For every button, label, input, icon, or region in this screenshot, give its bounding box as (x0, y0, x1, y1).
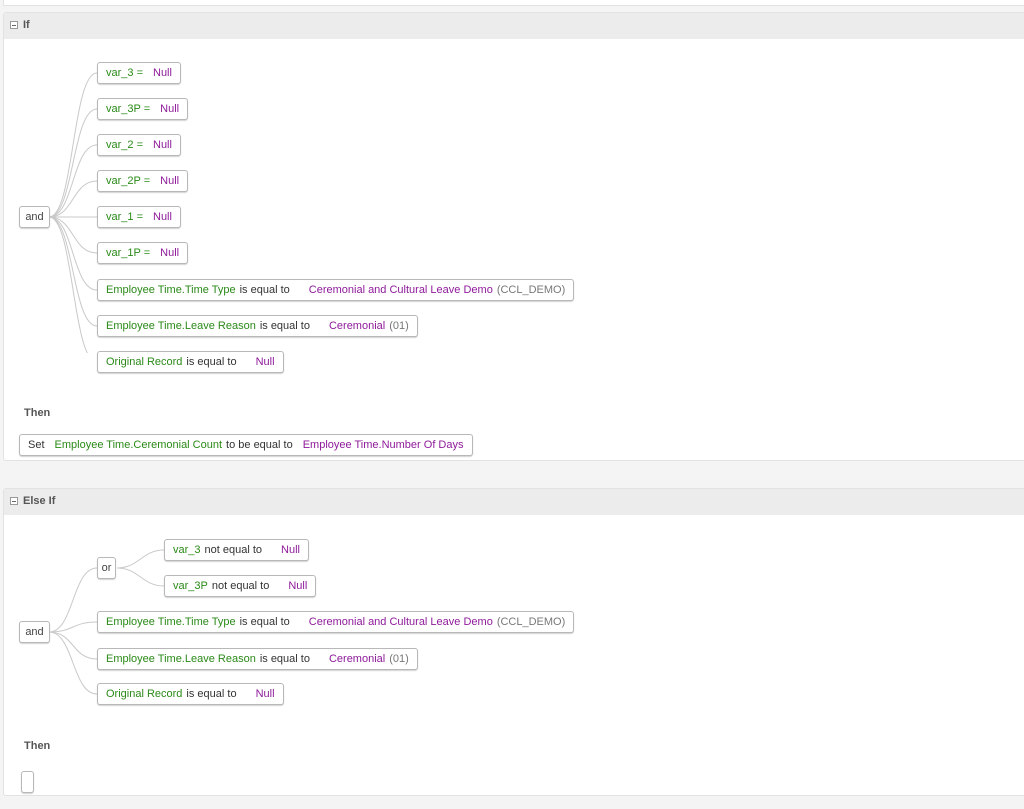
condition-value: Null (153, 211, 172, 223)
condition-value: Ceremonial and Cultural Leave Demo (308, 616, 493, 628)
action-verb: Set (28, 439, 45, 451)
condition-field: var_2 = (106, 139, 143, 151)
condition-code: (01) (389, 653, 409, 665)
condition-value: Null (153, 67, 172, 79)
condition-leave-reason[interactable]: Employee Time.Leave Reason is equal to Cer… (97, 315, 418, 337)
condition-field: var_3 = (106, 67, 143, 79)
else-if-panel: Else If and or var_3 not equal to Null var… (3, 488, 1024, 796)
condition-field: Employee Time.Leave Reason (106, 653, 256, 665)
condition-var2p[interactable]: var_2P = Null (97, 170, 189, 192)
condition-value: Null (160, 247, 180, 259)
condition-value: Null (288, 580, 308, 592)
condition-var3p-not-equal[interactable]: var_3P not equal to Null (164, 575, 317, 597)
or-operator[interactable]: or (97, 557, 116, 579)
condition-value: Ceremonial and Cultural Leave Demo (308, 284, 493, 296)
condition-var3p[interactable]: var_3P = Null (97, 98, 189, 120)
condition-var2[interactable]: var_2 = Null (97, 134, 181, 156)
condition-field: Employee Time.Time Type (106, 616, 236, 628)
condition-field: Original Record (106, 688, 183, 700)
condition-field: Original Record (106, 356, 183, 368)
if-panel: If and var_3 = Null var_3P = Null var_2 = N… (3, 12, 1024, 461)
condition-var3-not-equal[interactable]: var_3 not equal to Null (164, 539, 309, 561)
action-operator: to be equal to (226, 439, 293, 451)
condition-value: Null (153, 139, 172, 151)
condition-value: Null (255, 356, 275, 368)
condition-value: Null (160, 175, 180, 187)
condition-connectors (48, 549, 165, 695)
and-operator[interactable]: and (19, 621, 50, 643)
condition-code: (CCL_DEMO) (496, 284, 566, 296)
collapse-icon[interactable] (10, 497, 18, 505)
condition-operator: is equal to (239, 284, 290, 296)
condition-code: (CCL_DEMO) (496, 616, 566, 628)
if-panel-header: If (4, 13, 1024, 39)
condition-code: (01) (389, 320, 409, 332)
condition-operator: is equal to (186, 688, 237, 700)
then-label: Then (24, 740, 51, 752)
condition-value: Null (160, 103, 180, 115)
condition-value: Ceremonial (328, 653, 386, 665)
empty-action-slot[interactable] (21, 771, 34, 793)
condition-field: var_3P (173, 580, 208, 592)
condition-value: Null (281, 544, 300, 556)
and-operator[interactable]: and (19, 206, 50, 228)
condition-operator: is equal to (259, 320, 310, 332)
condition-var1p[interactable]: var_1P = Null (97, 242, 189, 264)
collapse-icon[interactable] (10, 21, 18, 29)
else-if-panel-header: Else If (4, 489, 1024, 515)
condition-value: Ceremonial (328, 320, 386, 332)
condition-field: var_1P = (106, 247, 151, 259)
condition-operator: is equal to (259, 653, 310, 665)
condition-time-type[interactable]: Employee Time.Time Type is equal to Ceremo… (97, 279, 575, 301)
condition-time-type[interactable]: Employee Time.Time Type is equal to Ceremo… (97, 611, 575, 633)
then-label: Then (24, 407, 51, 419)
condition-value: Null (255, 688, 275, 700)
panel-title: Else If (23, 495, 56, 507)
condition-original-record[interactable]: Original Record is equal to Null (97, 351, 284, 373)
action-field: Employee Time.Ceremonial Count (54, 439, 223, 451)
condition-operator: is equal to (186, 356, 237, 368)
condition-operator: is equal to (239, 616, 290, 628)
panel-title: If (23, 19, 30, 31)
condition-field: Employee Time.Leave Reason (106, 320, 256, 332)
action-value: Employee Time.Number Of Days (302, 439, 464, 451)
condition-original-record[interactable]: Original Record is equal to Null (97, 683, 284, 705)
condition-operator: not equal to (211, 580, 270, 592)
condition-field: var_1 = (106, 211, 143, 223)
set-action[interactable]: Set Employee Time.Ceremonial Count to be e… (19, 434, 473, 456)
condition-field: var_3P = (106, 103, 151, 115)
condition-field: var_3 (173, 544, 201, 556)
condition-operator: not equal to (204, 544, 263, 556)
condition-field: Employee Time.Time Type (106, 284, 236, 296)
condition-leave-reason[interactable]: Employee Time.Leave Reason is equal to Cer… (97, 648, 418, 670)
condition-field: var_2P = (106, 175, 151, 187)
condition-var3[interactable]: var_3 = Null (97, 62, 181, 84)
condition-var1[interactable]: var_1 = Null (97, 206, 181, 228)
previous-panel-edge (3, 0, 1024, 6)
